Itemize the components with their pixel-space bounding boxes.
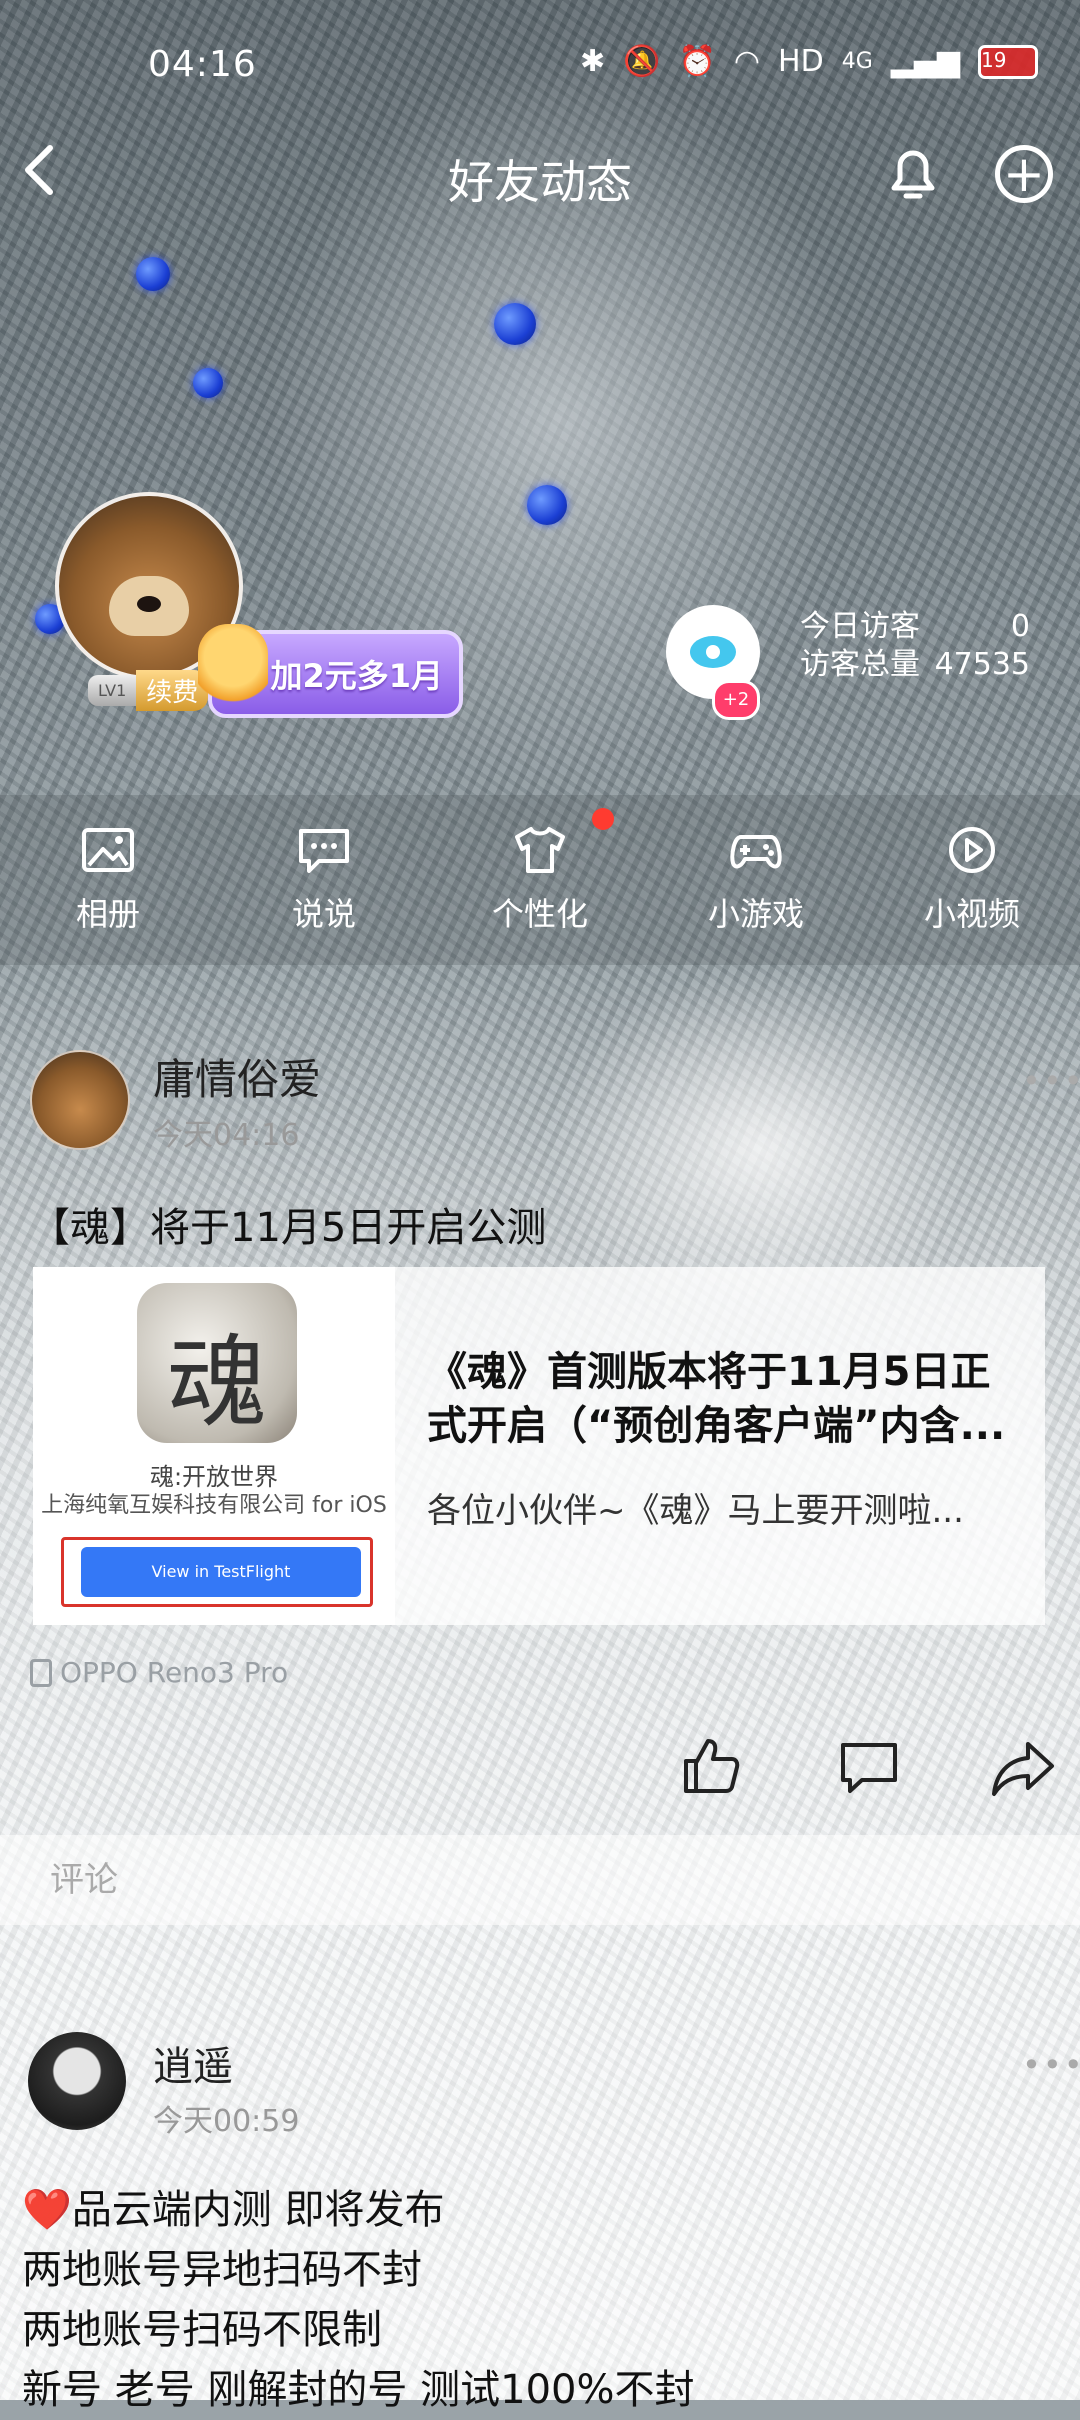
post-line: 两地账号异地扫码不封 xyxy=(22,2247,422,2293)
mute-icon: 🔕 xyxy=(623,44,661,79)
nav-label-videos: 小视频 xyxy=(923,895,1020,933)
avatar-nose-shape xyxy=(137,596,161,612)
nav-item-posts[interactable]: 说说 xyxy=(216,795,432,965)
status-time: 04:16 xyxy=(148,44,257,85)
app-icon: 魂 xyxy=(137,1283,297,1443)
notification-dot xyxy=(592,808,614,830)
feature-nav-bar: 相册 说说 个性化 小游戏 小视频 xyxy=(0,795,1080,965)
wifi-icon: ◠ xyxy=(733,44,761,79)
play-circle-icon xyxy=(949,827,995,873)
nav-item-album[interactable]: 相册 xyxy=(0,795,216,965)
network-label: HD xyxy=(778,44,824,79)
app-developer: 上海纯氧互娱科技有限公司 for iOS xyxy=(41,1493,387,1518)
post-time: 今天04:16 xyxy=(153,1118,300,1153)
app-icon-glyph: 魂 xyxy=(167,1324,267,1441)
post-author-name[interactable]: 庸情俗爱 xyxy=(153,1046,321,1107)
visitors-new-badge: +2 xyxy=(712,680,760,720)
post-author-avatar[interactable] xyxy=(30,1050,130,1150)
plus-circle-icon: + xyxy=(1003,145,1045,203)
device-tag: OPPO Reno3 Pro xyxy=(30,1656,288,1689)
level-tag: LV1 xyxy=(88,674,137,706)
signal-label: 4G xyxy=(841,49,873,74)
nav-item-games[interactable]: 小游戏 xyxy=(648,795,864,965)
signal-bars-icon: ▂▄▆ xyxy=(890,44,960,79)
blue-bubble-decoration xyxy=(494,303,536,345)
alarm-icon: ⏰ xyxy=(678,44,716,79)
share-button[interactable] xyxy=(990,1738,1056,1798)
more-options-icon[interactable]: ••• xyxy=(1022,1062,1080,1100)
gamepad-icon xyxy=(730,835,782,869)
vip-promo-label: 加2元多1月 xyxy=(270,657,443,695)
link-thumbnail: 魂 魂:开放世界 上海纯氧互娱科技有限公司 for iOS View in Te… xyxy=(33,1267,395,1625)
post-author-name[interactable]: 逍遥 xyxy=(153,2034,233,2092)
blue-bubble-decoration xyxy=(193,368,223,398)
like-button[interactable] xyxy=(680,1735,742,1797)
today-visitors-value: 0 xyxy=(1010,609,1030,644)
today-visitors-label: 今日访客 xyxy=(800,609,920,644)
nav-label-album: 相册 xyxy=(75,895,140,933)
link-title: 《魂》首测版本将于11月5日正式开启（“预创角客户端”内含... xyxy=(427,1349,1006,1449)
post-line: 新号 老号 刚解封的号 测试100%不封 xyxy=(22,2367,695,2413)
mascot-icon xyxy=(198,624,268,720)
post-author-avatar[interactable] xyxy=(28,2032,126,2130)
photo-icon xyxy=(82,828,134,872)
blue-bubble-decoration xyxy=(527,485,567,525)
tshirt-icon xyxy=(515,827,565,873)
bluetooth-icon: ✱ xyxy=(580,44,606,79)
post-line: 品云端内测 即将发布 xyxy=(71,2187,445,2233)
heart-icon: ❤️ xyxy=(22,2187,72,2233)
total-visitors-value: 47535 xyxy=(934,647,1030,682)
post-text: ❤️品云端内测 即将发布 两地账号异地扫码不封 两地账号扫码不限制 新号 老号 … xyxy=(22,2180,695,2420)
phone-icon xyxy=(30,1658,52,1687)
comment-placeholder: 评论 xyxy=(50,1860,118,1900)
comment-icon xyxy=(841,1743,897,1793)
nav-label-personalize: 个性化 xyxy=(491,895,588,933)
share-icon xyxy=(992,1742,1054,1796)
bell-icon xyxy=(891,150,935,199)
comment-input[interactable] xyxy=(0,1835,1080,1925)
nav-label-posts: 说说 xyxy=(291,895,356,933)
thumbs-up-icon xyxy=(684,1739,740,1793)
device-name: OPPO Reno3 Pro xyxy=(60,1656,289,1689)
total-visitors-label: 访客总量 xyxy=(800,647,920,682)
blue-bubble-decoration xyxy=(136,257,170,291)
vip-promo-banner[interactable]: 加2元多1月 xyxy=(198,624,463,720)
link-body: 《魂》首测版本将于11月5日正式开启（“预创角客户端”内含... 各位小伙伴~《… xyxy=(395,1267,1045,1625)
link-description: 各位小伙伴~《魂》马上要开测啦... xyxy=(427,1491,964,1531)
add-post-button[interactable]: + xyxy=(995,145,1053,203)
post-time: 今天00:59 xyxy=(153,2104,300,2139)
eye-icon xyxy=(690,636,736,668)
status-icons: ✱ 🔕 ⏰ ◠ HD 4G ▂▄▆ 19 xyxy=(580,44,1038,79)
chat-bubble-icon xyxy=(299,829,349,873)
shared-link-card[interactable]: 魂 魂:开放世界 上海纯氧互娱科技有限公司 for iOS View in Te… xyxy=(33,1267,1045,1625)
comment-button[interactable] xyxy=(838,1740,900,1796)
battery-icon: 19 xyxy=(977,44,1038,79)
vip-level-badge[interactable]: LV1 续费 xyxy=(88,669,209,711)
more-options-icon[interactable]: ••• xyxy=(1022,2046,1080,2084)
visitor-stats[interactable]: 今日访客 0 访客总量 47535 xyxy=(800,608,1030,684)
testflight-button: View in TestFlight xyxy=(81,1547,361,1597)
nav-item-videos[interactable]: 小视频 xyxy=(864,795,1080,965)
nav-item-personalize[interactable]: 个性化 xyxy=(432,795,648,965)
post-text: 【魂】将于11月5日开启公测 xyxy=(30,1205,547,1251)
post-line: 两地账号扫码不限制 xyxy=(22,2307,382,2353)
notifications-button[interactable] xyxy=(880,140,950,210)
nav-label-games: 小游戏 xyxy=(707,895,804,933)
